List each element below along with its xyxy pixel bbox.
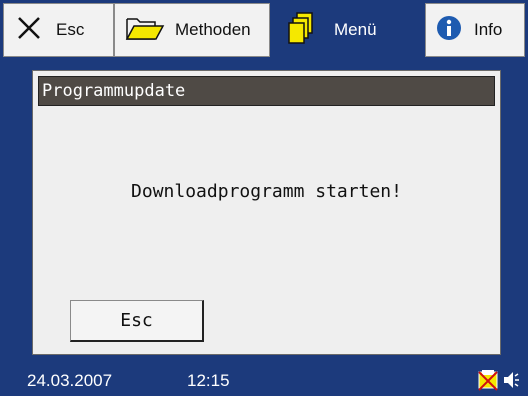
dialog-title: Programmupdate (38, 76, 495, 106)
tab-methoden[interactable]: Methoden (114, 3, 270, 57)
folder-icon (125, 15, 165, 46)
tab-menu[interactable]: Menü (271, 3, 425, 57)
tab-menu-label: Menü (334, 20, 377, 39)
status-time: 12:15 (187, 371, 230, 390)
printer-disabled-icon (478, 369, 498, 396)
update-dialog: Programmupdate Downloadprogramm starten!… (32, 70, 501, 355)
tab-info-label: Info (474, 20, 503, 39)
documents-icon (286, 11, 316, 50)
dialog-message: Downloadprogramm starten! (131, 181, 402, 202)
esc-button[interactable]: Esc (70, 300, 204, 342)
speaker-icon (502, 369, 520, 396)
close-x-icon (16, 15, 42, 46)
status-bar: 24.03.2007 12:15 (0, 366, 528, 394)
info-icon (436, 15, 462, 46)
tab-info[interactable]: Info (425, 3, 525, 57)
tab-esc[interactable]: Esc (3, 3, 114, 57)
tab-methoden-label: Methoden (175, 20, 251, 39)
tab-bar: Esc Methoden Menü Info (0, 0, 528, 60)
status-date: 24.03.2007 (27, 371, 113, 390)
tab-esc-label: Esc (56, 20, 85, 39)
status-icons (478, 369, 520, 396)
